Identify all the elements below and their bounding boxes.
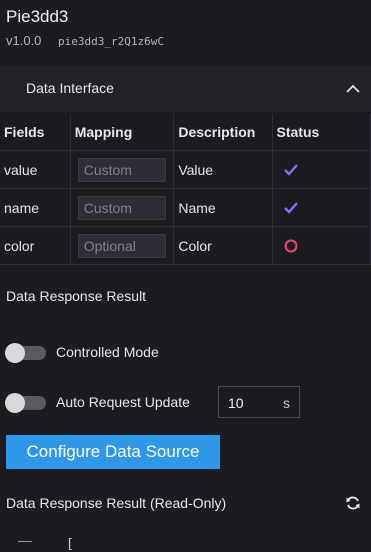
table-header-row: Fields Mapping Description Status bbox=[0, 114, 371, 151]
table-row: name Custom Name bbox=[0, 188, 371, 227]
mapping-cell: Optional bbox=[69, 226, 175, 265]
field-name: value bbox=[0, 150, 71, 189]
mapping-cell: Custom bbox=[69, 188, 175, 227]
auto-request-label: Auto Request Update bbox=[56, 394, 190, 410]
table-row: color Optional Color bbox=[0, 226, 371, 265]
check-icon bbox=[283, 164, 298, 176]
collapse-arrow-icon[interactable] bbox=[18, 541, 32, 546]
refresh-icon[interactable] bbox=[345, 495, 361, 511]
controlled-mode-toggle[interactable] bbox=[5, 343, 46, 363]
circle-icon bbox=[284, 239, 298, 253]
field-name: name bbox=[0, 188, 71, 227]
chevron-up-icon[interactable] bbox=[345, 81, 361, 97]
mapping-cell: Custom bbox=[69, 150, 175, 189]
app-version: v1.0.0 bbox=[6, 33, 42, 48]
field-description: Name bbox=[173, 188, 273, 227]
mapping-input-color[interactable]: Optional bbox=[77, 233, 166, 258]
interval-unit: s bbox=[283, 395, 290, 411]
field-description: Color bbox=[173, 226, 273, 265]
auto-request-toggle[interactable] bbox=[5, 393, 46, 413]
data-interface-header[interactable]: Data Interface bbox=[0, 66, 371, 112]
column-header-mapping: Mapping bbox=[69, 114, 175, 151]
column-header-fields: Fields bbox=[0, 114, 71, 151]
app-title: Pie3dd3 bbox=[6, 7, 69, 26]
header: Pie3dd3 v1.0.0 pie3dd3_r2Q1z6wC bbox=[0, 0, 371, 64]
toggle-knob bbox=[5, 343, 25, 363]
status-cell bbox=[271, 226, 371, 265]
status-cell bbox=[271, 150, 371, 189]
configure-data-source-button[interactable]: Configure Data Source bbox=[6, 435, 220, 469]
field-name: color bbox=[0, 226, 71, 265]
column-header-description: Description bbox=[173, 114, 273, 151]
fields-table: Fields Mapping Description Status value … bbox=[0, 114, 371, 265]
table-row: value Custom Value bbox=[0, 150, 371, 189]
data-response-title: Data Response Result bbox=[6, 288, 147, 304]
interval-input[interactable]: 10 s bbox=[218, 386, 300, 418]
column-header-status: Status bbox=[271, 114, 371, 151]
mapping-input-name[interactable]: Custom bbox=[77, 195, 166, 220]
readonly-result-title: Data Response Result (Read-Only) bbox=[6, 495, 227, 511]
interval-value: 10 bbox=[228, 395, 244, 411]
toggle-knob bbox=[5, 393, 25, 413]
controlled-mode-label: Controlled Mode bbox=[56, 344, 159, 360]
mapping-input-value[interactable]: Custom bbox=[77, 157, 166, 182]
app-version-id: pie3dd3_r2Q1z6wC bbox=[58, 35, 164, 48]
check-icon bbox=[283, 202, 298, 214]
status-cell bbox=[271, 188, 371, 227]
field-description: Value bbox=[173, 150, 273, 189]
data-interface-title: Data Interface bbox=[26, 80, 114, 96]
